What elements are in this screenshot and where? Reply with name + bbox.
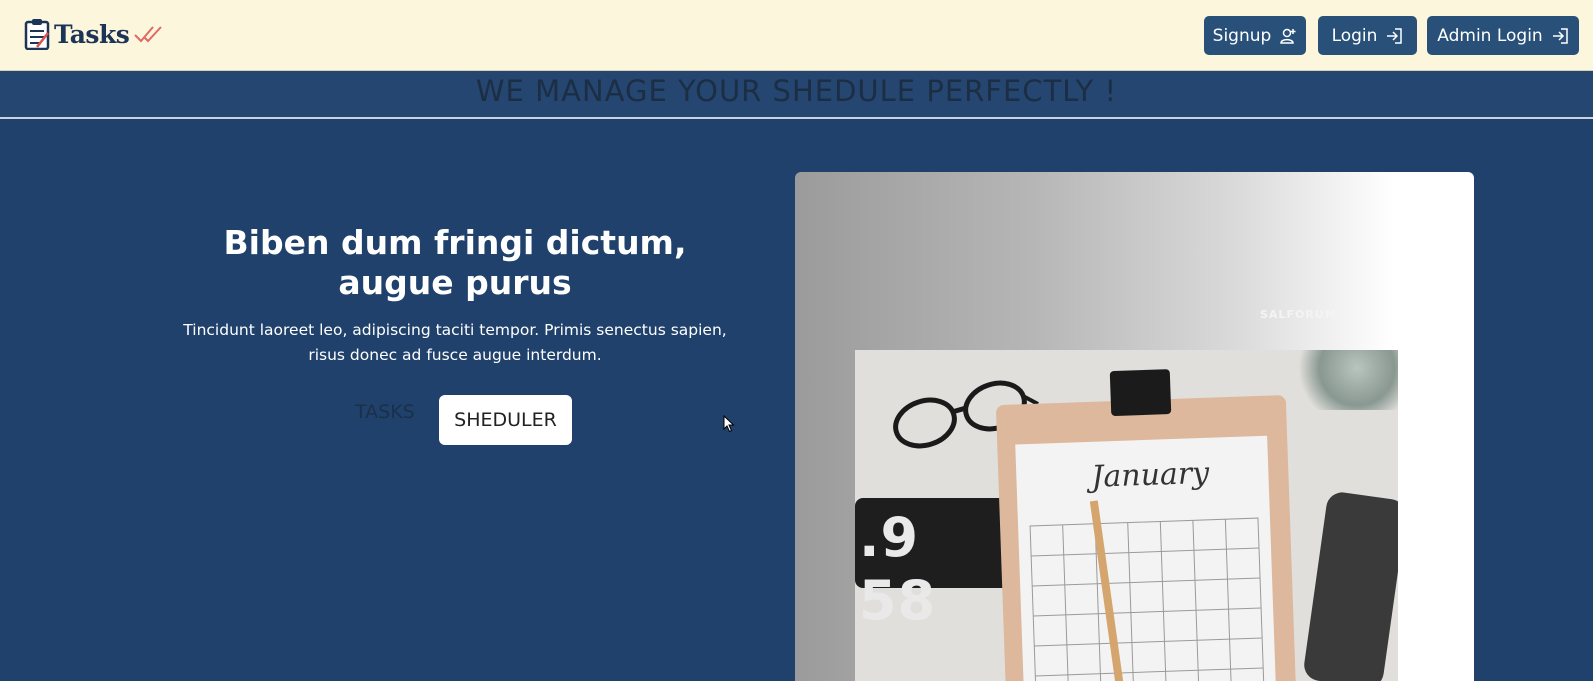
page-tagline: WE MANAGE YOUR SHEDULE PERFECTLY !: [475, 74, 1118, 108]
clipboard-icon: [24, 19, 50, 50]
brand-logo[interactable]: Tasks: [24, 18, 163, 50]
signup-label: Signup: [1212, 25, 1272, 46]
hero-description: Tincidunt laoreet leo, adipiscing taciti…: [183, 321, 727, 364]
clipboard: January: [995, 369, 1297, 681]
login-label: Login: [1331, 25, 1378, 46]
flip-clock: .9 58: [855, 498, 1015, 632]
plant-decoration: [1285, 350, 1398, 410]
binder-clip: [1109, 369, 1172, 417]
login-arrow-icon: [1387, 27, 1403, 44]
clock-display: .9 58: [859, 506, 937, 632]
admin-login-label: Admin Login: [1437, 25, 1543, 46]
hero-image-card: SALFORUM .9 58 January: [795, 172, 1474, 681]
mouse-cursor-icon: [723, 415, 735, 433]
user-add-icon: [1280, 28, 1296, 44]
login-arrow-icon: [1552, 27, 1568, 44]
navbar: Tasks Signup Login Admin Login: [0, 0, 1593, 71]
calendar-grid: [1029, 517, 1265, 681]
stapler: [1302, 490, 1398, 681]
image-caption: SALFORUM: [1260, 308, 1337, 321]
hero-title: Biben dum fringi dictum, augue purus: [223, 223, 687, 302]
calendar-photo: .9 58 January: [855, 350, 1398, 681]
brand-name: Tasks: [54, 19, 130, 49]
signup-button[interactable]: Signup: [1204, 16, 1306, 55]
tab-tasks[interactable]: TASKS: [355, 401, 415, 423]
double-check-icon: [134, 26, 163, 43]
login-button[interactable]: Login: [1318, 16, 1417, 55]
calendar-sheet: January: [1015, 435, 1277, 681]
tab-sheduler[interactable]: SHEDULER: [439, 395, 572, 445]
admin-login-button[interactable]: Admin Login: [1427, 16, 1579, 55]
